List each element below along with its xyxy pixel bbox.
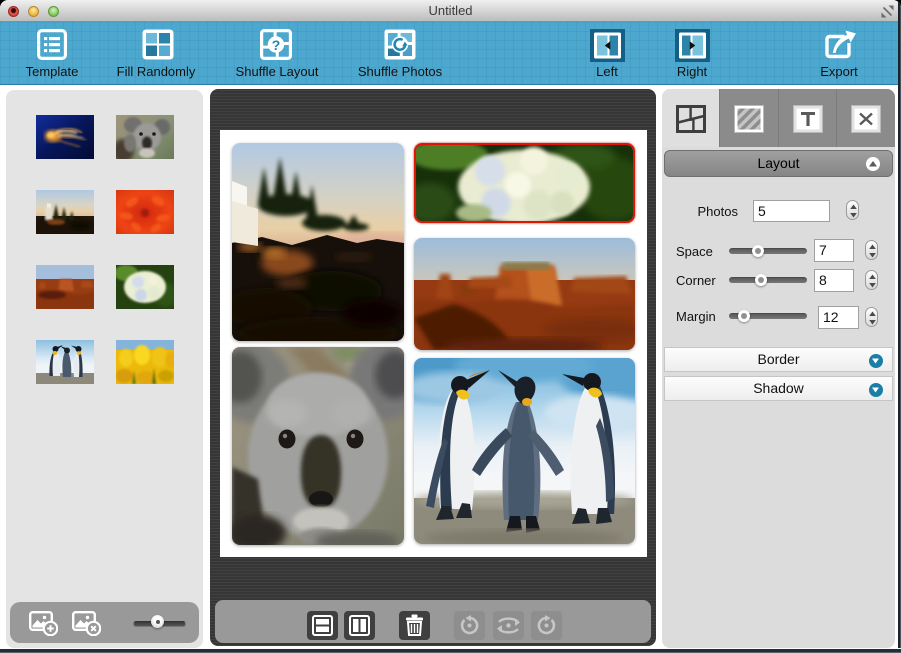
svg-text:?: ? — [272, 37, 281, 53]
